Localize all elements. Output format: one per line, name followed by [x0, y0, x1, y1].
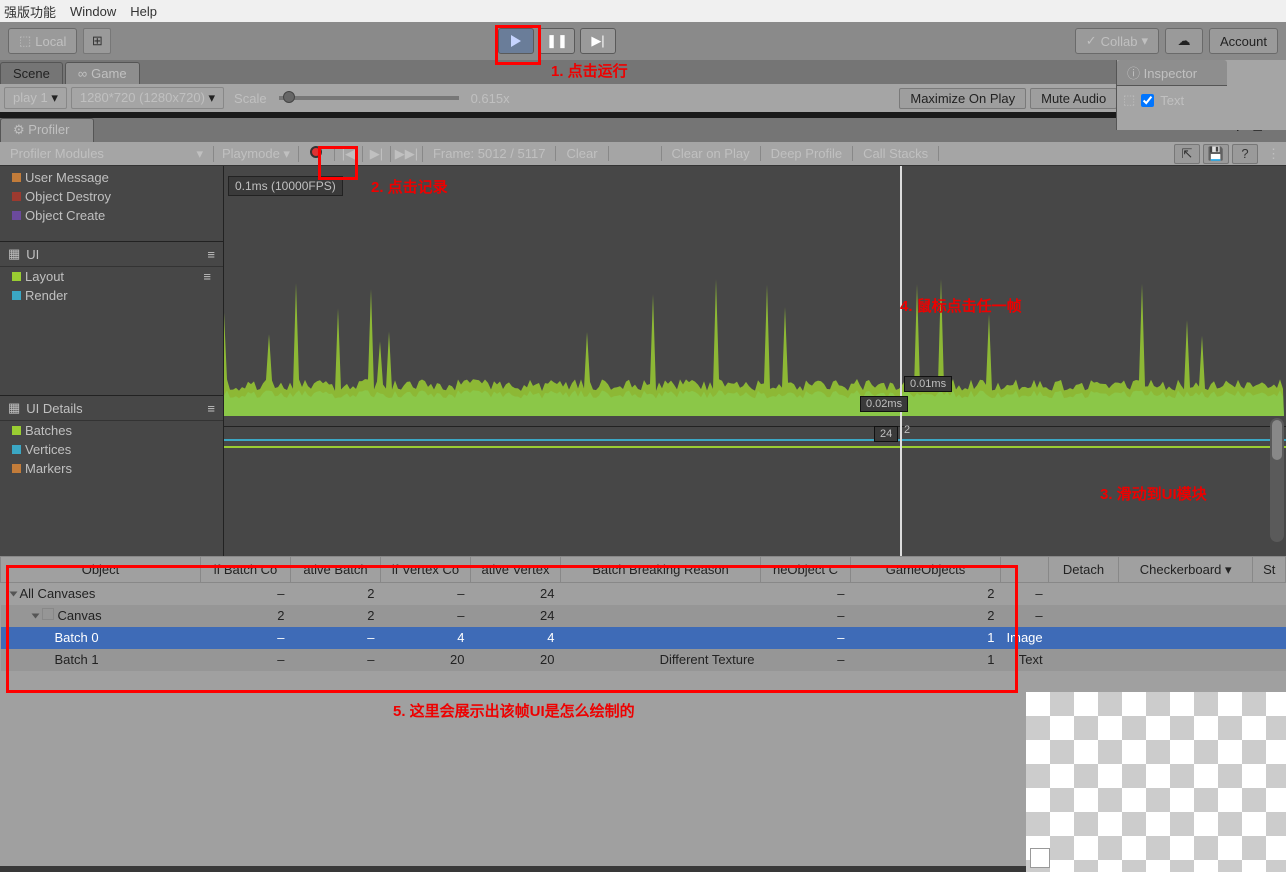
display-dropdown[interactable]: play 1 ▾	[4, 87, 67, 109]
col-header[interactable]: GameObjects	[851, 557, 1001, 583]
ms-label-1: 0.02ms	[860, 396, 908, 412]
collab-button[interactable]: ✓Collab▾	[1075, 28, 1159, 54]
col-header[interactable]	[1001, 557, 1049, 583]
profiler-graph[interactable]: 0.1ms (10000FPS) 0.02ms 0.01ms 24 2	[224, 166, 1286, 556]
play-button[interactable]	[498, 28, 534, 54]
record-button[interactable]	[299, 146, 335, 161]
next-frame-button[interactable]: ▶|	[363, 146, 391, 162]
scrollbar[interactable]	[1270, 418, 1284, 542]
profiler-toolbar: Profiler Modules▾ Playmode ▾ |◀ ▶| ▶▶| F…	[0, 142, 1286, 166]
batches-line	[224, 446, 1286, 448]
tab-profiler[interactable]: ⚙ Profiler	[0, 118, 94, 142]
cube-icon: ⬚	[19, 33, 31, 49]
col-header[interactable]: ative Batch	[291, 557, 381, 583]
col-header[interactable]: lf Vertex Co	[381, 557, 471, 583]
inspector-panel: ⓘ Inspector ⬚ Text	[1116, 60, 1286, 130]
menu-icon[interactable]: ⋮	[1267, 146, 1280, 162]
table-row[interactable]: All Canvases–2–24–2–	[1, 583, 1286, 605]
ui-icon: ▦	[8, 246, 20, 262]
ui-chart	[224, 256, 1284, 416]
col-header[interactable]: Detach	[1049, 557, 1119, 583]
menu-item[interactable]: Help	[130, 4, 157, 19]
legend-layout[interactable]: Layout≡	[0, 267, 223, 286]
modules-dropdown[interactable]: Profiler Modules▾	[0, 146, 214, 162]
main-toolbar: ⬚ Local ⊞ ❚❚ ▶| ✓Collab▾ ☁ Account	[0, 22, 1286, 60]
frame-cursor[interactable]	[900, 166, 902, 426]
grid-icon[interactable]: ⊞	[83, 28, 111, 54]
legend-markers[interactable]: Markers	[0, 459, 223, 478]
profiler-sidebar: User Message Object Destroy Object Creat…	[0, 166, 224, 556]
legend-user-message[interactable]: User Message	[0, 168, 223, 187]
first-frame-button[interactable]: |◀	[335, 146, 363, 162]
menu-bar: 强版功能 Window Help	[0, 0, 1286, 22]
step-button[interactable]: ▶|	[580, 28, 616, 54]
load-icon[interactable]: ⇱	[1174, 144, 1200, 164]
help-icon[interactable]: ?	[1232, 144, 1258, 164]
tab-inspector[interactable]: ⓘ Inspector	[1117, 60, 1227, 86]
deep-profile-button[interactable]: Deep Profile	[761, 146, 854, 161]
legend-object-destroy[interactable]: Object Destroy	[0, 187, 223, 206]
col-header[interactable]: Object	[1, 557, 201, 583]
frame-label-2: 2	[904, 424, 910, 436]
game-control-bar: play 1 ▾ 1280*720 (1280x720) ▾ Scale 0.6…	[0, 84, 1286, 112]
drag-icon[interactable]: ≡	[207, 247, 215, 262]
clear-button[interactable]: Clear	[556, 146, 608, 161]
record-icon	[310, 146, 322, 158]
profiler-panel: ⚙ Profiler ⋮ ◻ ✕ Profiler Modules▾ Playm…	[0, 118, 1286, 556]
menu-item[interactable]: 强版功能	[4, 2, 56, 21]
profiler-icon: ⚙	[13, 122, 25, 137]
tab-game[interactable]: ∞Game	[65, 62, 140, 84]
drag-icon[interactable]: ≡	[203, 269, 211, 284]
pause-button[interactable]: ❚❚	[539, 28, 575, 54]
enabled-checkbox[interactable]	[1141, 94, 1154, 107]
play-icon	[511, 35, 521, 47]
col-header[interactable]: St	[1253, 557, 1286, 583]
preview-checkerboard	[1026, 692, 1286, 872]
frame-label-bottom: 24	[874, 426, 898, 442]
legend-batches[interactable]: Batches	[0, 421, 223, 440]
table-row[interactable]: Batch 0––44–1Image	[1, 627, 1286, 649]
legend-vertices[interactable]: Vertices	[0, 440, 223, 459]
maximize-button[interactable]: Maximize On Play	[899, 88, 1026, 109]
call-stacks-button[interactable]: Call Stacks	[853, 146, 939, 161]
drag-icon[interactable]: ≡	[207, 401, 215, 416]
tab-scene[interactable]: Scene	[0, 62, 63, 84]
vertices-line	[224, 439, 1286, 441]
legend-object-create[interactable]: Object Create	[0, 206, 223, 225]
frame-label: Frame: 5012 / 5117	[423, 146, 557, 161]
account-button[interactable]: Account	[1209, 28, 1278, 54]
ms-label-2: 0.01ms	[904, 376, 952, 392]
local-button[interactable]: ⬚ Local	[8, 28, 77, 54]
section-ui-details[interactable]: ▦UI Details≡	[0, 396, 223, 421]
col-header[interactable]: neObject C	[761, 557, 851, 583]
cube-icon: ⬚	[1123, 92, 1135, 108]
info-icon: ⓘ	[1127, 66, 1140, 81]
preview-item[interactable]	[1030, 848, 1050, 868]
save-icon[interactable]: 💾	[1203, 144, 1229, 164]
legend-render[interactable]: Render	[0, 286, 223, 305]
col-header[interactable]: Checkerboard ▾	[1118, 557, 1253, 583]
section-ui[interactable]: ▦UI≡	[0, 242, 223, 267]
scale-slider[interactable]	[279, 96, 459, 100]
ui-details-icon: ▦	[8, 400, 20, 416]
resolution-dropdown[interactable]: 1280*720 (1280x720) ▾	[71, 87, 224, 109]
mute-button[interactable]: Mute Audio	[1030, 88, 1117, 109]
menu-item[interactable]: Window	[70, 4, 116, 19]
last-frame-button[interactable]: ▶▶|	[391, 146, 423, 162]
col-header[interactable]: Batch Breaking Reason	[561, 557, 761, 583]
tab-strip: Scene ∞Game ⋮	[0, 60, 1286, 84]
fps-label: 0.1ms (10000FPS)	[228, 176, 343, 196]
table-row[interactable]: Batch 1––2020Different Texture–1Text	[1, 649, 1286, 671]
clear-on-play-button[interactable]: Clear on Play	[661, 146, 761, 161]
playmode-dropdown[interactable]: Playmode ▾	[214, 146, 299, 162]
col-header[interactable]: ative Vertex	[471, 557, 561, 583]
col-header[interactable]: lf Batch Co	[201, 557, 291, 583]
gameobject-name: Text	[1160, 93, 1280, 108]
table-row[interactable]: Canvas22–24–2–	[1, 605, 1286, 627]
frame-cursor-2	[900, 426, 902, 556]
cloud-button[interactable]: ☁	[1165, 28, 1203, 54]
